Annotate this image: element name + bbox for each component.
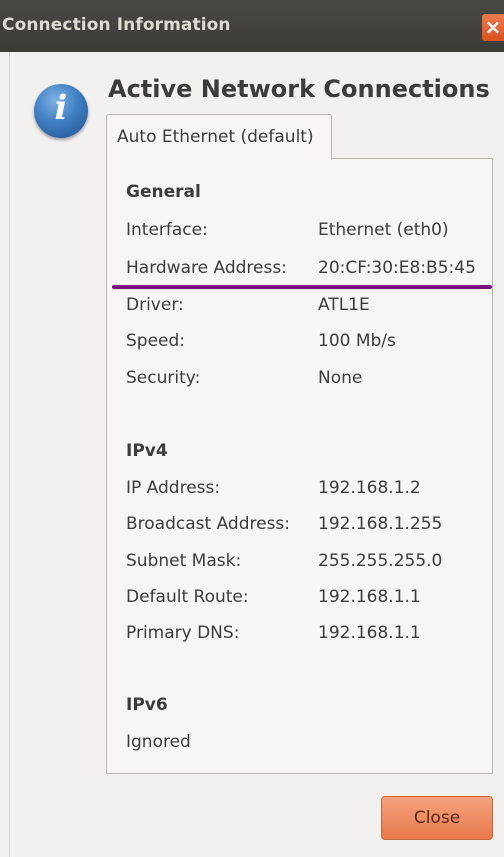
general-section-title: General [126, 182, 201, 202]
default-route-label: Default Route: [126, 587, 249, 607]
connection-details-panel [106, 158, 493, 774]
ipv6-status: Ignored [126, 732, 191, 752]
speed-label: Speed: [126, 331, 186, 351]
primary-dns-label: Primary DNS: [126, 623, 240, 643]
tab-auto-ethernet[interactable]: Auto Ethernet (default) [106, 114, 332, 160]
hardware-address-label: Hardware Address: [126, 258, 287, 278]
primary-dns-value: 192.168.1.1 [318, 623, 421, 643]
interface-label: Interface: [126, 220, 208, 240]
ipv4-section-title: IPv4 [126, 441, 168, 461]
subnet-mask-label: Subnet Mask: [126, 551, 242, 571]
subnet-mask-value: 255.255.255.0 [318, 551, 443, 571]
security-value: None [318, 368, 363, 388]
window-close-button[interactable]: × [482, 14, 504, 41]
annotation-underline [112, 285, 492, 289]
broadcast-address-value: 192.168.1.255 [318, 514, 443, 534]
window-left-edge [0, 52, 10, 857]
close-button[interactable]: Close [381, 796, 493, 840]
driver-label: Driver: [126, 295, 184, 315]
dialog-heading: Active Network Connections [108, 75, 490, 103]
security-label: Security: [126, 368, 201, 388]
window-titlebar: Connection Information × [0, 0, 504, 52]
close-button-label: Close [413, 808, 461, 828]
interface-value: Ethernet (eth0) [318, 220, 449, 240]
tab-label: Auto Ethernet (default) [117, 127, 314, 147]
speed-value: 100 Mb/s [318, 331, 396, 351]
ipv6-section-title: IPv6 [126, 695, 168, 715]
information-icon: i [34, 84, 88, 138]
close-icon: × [484, 15, 502, 39]
default-route-value: 192.168.1.1 [318, 587, 421, 607]
ip-address-value: 192.168.1.2 [318, 478, 421, 498]
driver-value: ATL1E [318, 295, 370, 315]
broadcast-address-label: Broadcast Address: [126, 514, 291, 534]
ip-address-label: IP Address: [126, 478, 221, 498]
hardware-address-value: 20:CF:30:E8:B5:45 [318, 258, 476, 278]
window-title: Connection Information [2, 15, 231, 35]
